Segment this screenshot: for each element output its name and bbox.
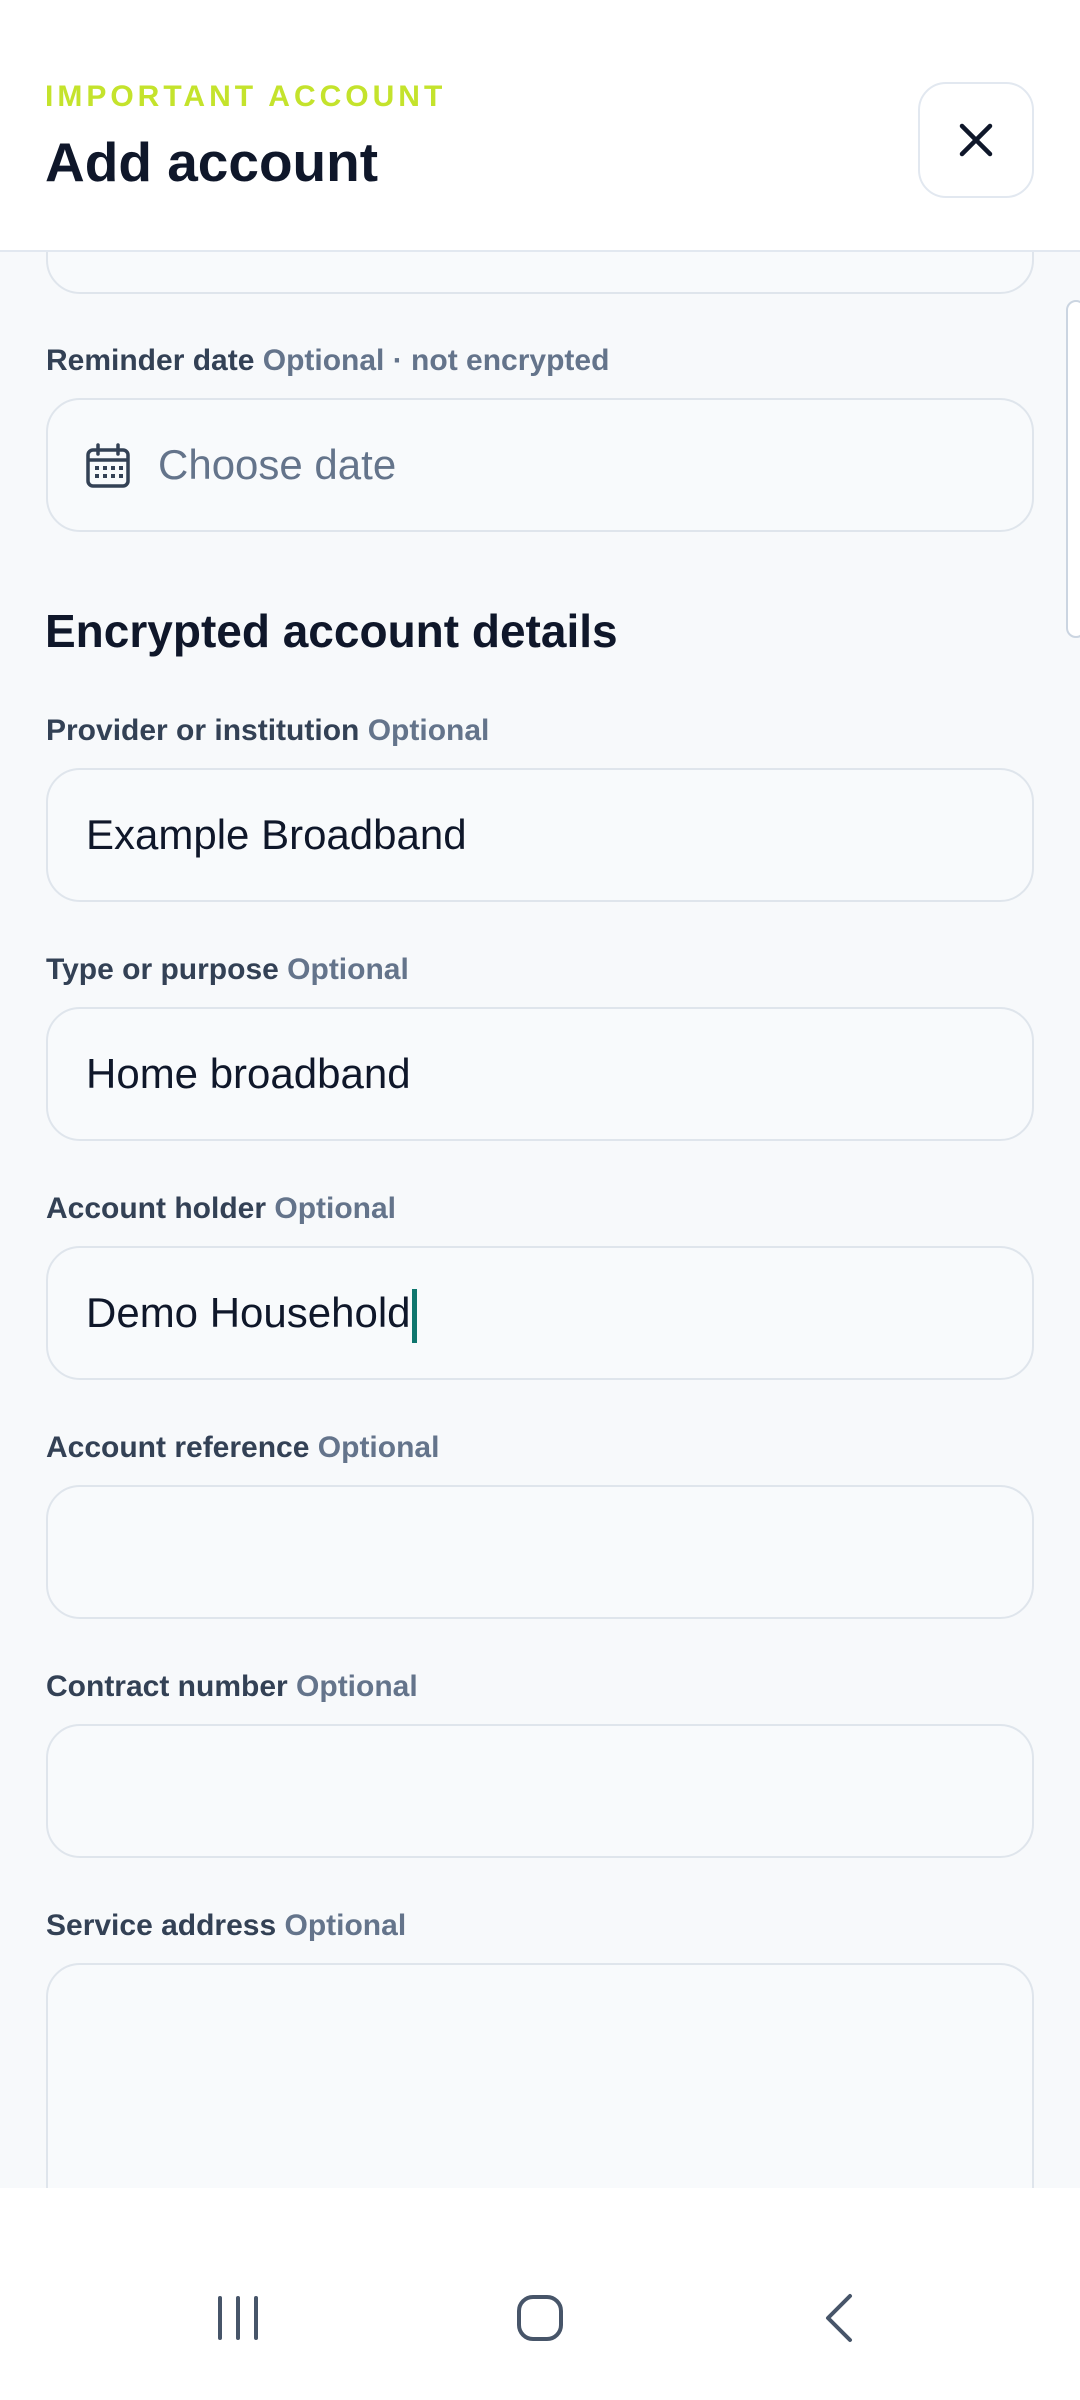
holder-value-wrap: Demo Household [86, 1248, 417, 1378]
contract-input[interactable] [46, 1724, 1034, 1858]
text-caret [411, 1288, 417, 1343]
address-label-text: Service address [46, 1909, 277, 1942]
holder-value: Demo Household [86, 1289, 411, 1336]
section-title: Encrypted account details [45, 605, 618, 657]
reminder-date-label-text: Reminder date [46, 344, 255, 377]
scrollbar[interactable] [1066, 300, 1080, 638]
home-button[interactable] [490, 2268, 590, 2368]
dialog-header: IMPORTANT ACCOUNT Add account [0, 0, 1080, 252]
back-button[interactable] [792, 2268, 892, 2368]
address-hint: Optional [284, 1909, 407, 1942]
type-label: Type or purpose Optional [46, 953, 409, 987]
form-scroll-area[interactable]: Reminder date Optional · not encrypted C… [0, 252, 1080, 2188]
provider-label-text: Provider or institution [46, 714, 360, 747]
home-icon [517, 2295, 563, 2341]
address-label: Service address Optional [46, 1909, 406, 1943]
holder-label: Account holder Optional [46, 1192, 396, 1226]
page-title: Add account [45, 131, 379, 193]
reference-input[interactable] [46, 1485, 1034, 1619]
reference-label-text: Account reference [46, 1431, 310, 1464]
close-button[interactable] [918, 82, 1034, 198]
back-icon [826, 2294, 852, 2342]
holder-hint: Optional [274, 1192, 397, 1225]
recents-button[interactable] [188, 2268, 288, 2368]
previous-field[interactable] [46, 252, 1034, 294]
contract-hint: Optional [296, 1670, 418, 1703]
reminder-date-hint: Optional · not encrypted [262, 344, 610, 377]
provider-input[interactable]: Example Broadband [46, 768, 1034, 902]
reminder-date-field[interactable]: Choose date [46, 398, 1034, 532]
type-input[interactable]: Home broadband [46, 1007, 1034, 1141]
provider-value: Example Broadband [86, 811, 467, 858]
type-value: Home broadband [86, 1050, 411, 1097]
reference-hint: Optional [317, 1431, 440, 1464]
contract-label-text: Contract number [46, 1670, 288, 1703]
holder-label-text: Account holder [46, 1192, 267, 1225]
system-nav-bar [0, 2188, 1080, 2400]
recents-icon [218, 2296, 258, 2340]
contract-label: Contract number Optional [46, 1670, 418, 1704]
eyebrow-label: IMPORTANT ACCOUNT [45, 80, 447, 113]
close-icon [959, 123, 993, 157]
calendar-icon [86, 443, 130, 488]
provider-label: Provider or institution Optional [46, 714, 489, 748]
address-textarea[interactable] [46, 1963, 1034, 2188]
reminder-date-label: Reminder date Optional · not encrypted [46, 344, 609, 378]
type-label-text: Type or purpose [46, 953, 279, 986]
holder-input[interactable]: Demo Household [46, 1246, 1034, 1380]
reference-label: Account reference Optional [46, 1431, 439, 1465]
reminder-date-placeholder: Choose date [158, 441, 397, 488]
provider-hint: Optional [367, 714, 490, 747]
type-hint: Optional [287, 953, 409, 986]
